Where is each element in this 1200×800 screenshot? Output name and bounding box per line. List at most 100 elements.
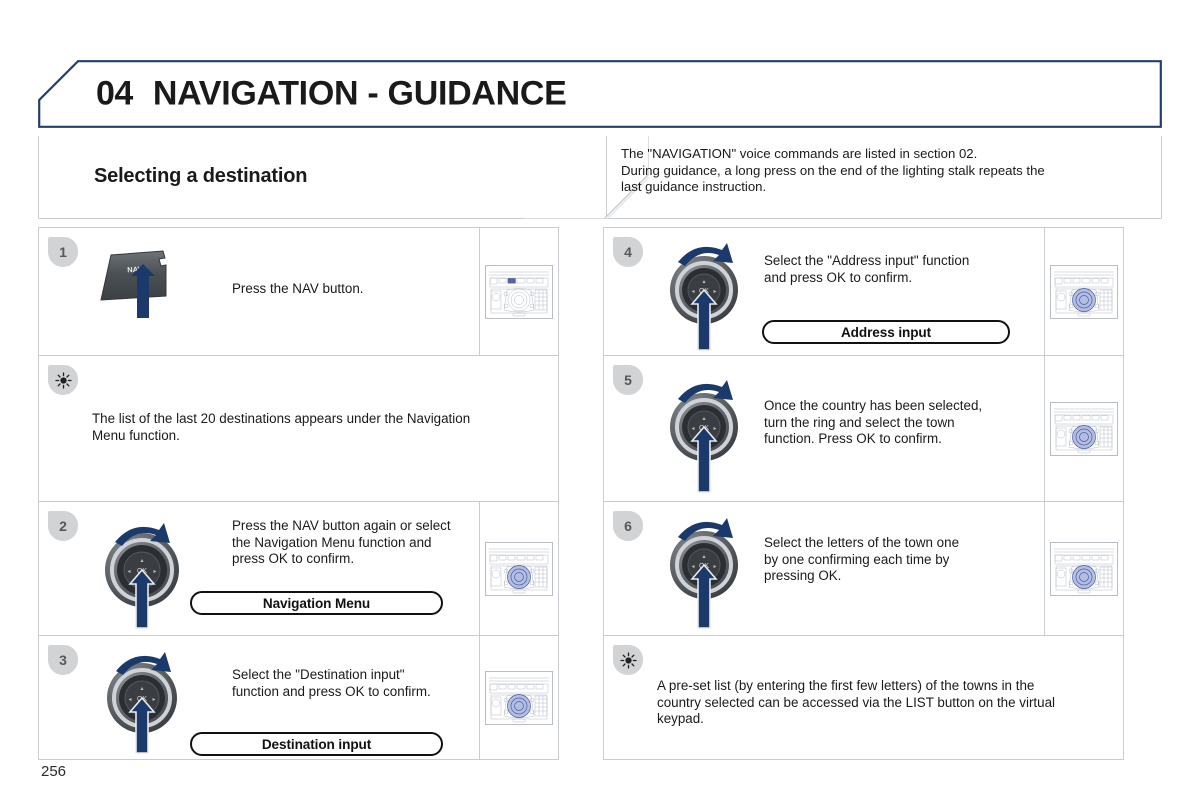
rotary-knob-illustration: OK ◂ ▸ ▴ [87, 636, 203, 759]
section-band: Selecting a destination The "NAVIGATION"… [38, 136, 1162, 219]
dashboard-thumbnail [485, 264, 553, 319]
nav-button-icon: NAV [100, 250, 167, 318]
step-text: Press the NAV button again or select the… [232, 518, 451, 568]
tip-text-line: A pre-set list (by entering the first fe… [657, 678, 1035, 693]
section-title-cell: Selecting a destination [39, 136, 605, 217]
svg-text:◂: ◂ [128, 697, 131, 703]
svg-text:▴: ▴ [140, 686, 143, 692]
step-text: Select the "Address input" function and … [764, 253, 969, 286]
tip-text: A pre-set list (by entering the first fe… [657, 678, 1055, 728]
thumb-separator [1044, 502, 1045, 635]
tip-row: The list of the last 20 destinations app… [39, 356, 558, 502]
head-unit-icon [485, 541, 553, 596]
rotary-knob-icon: OK ◂ ▸ ▴ [670, 518, 738, 629]
tip-badge [48, 365, 78, 395]
chapter-number: 04 [96, 74, 133, 113]
chapter-title: NAVIGATION - GUIDANCE [152, 74, 567, 113]
thumb-separator [479, 502, 480, 635]
sun-icon [54, 371, 72, 389]
step-text-line: function and press OK to confirm. [232, 683, 431, 699]
step-row: 2 OK [39, 502, 558, 636]
rotary-knob-icon: OK ◂ ▸ ▴ [670, 243, 738, 351]
thumb-separator [479, 636, 480, 759]
svg-text:▸: ▸ [713, 426, 716, 432]
thumb-separator [479, 228, 480, 355]
svg-text:◂: ◂ [127, 569, 130, 575]
step-text-line: function. Press OK to confirm. [764, 431, 942, 446]
rotary-knob-icon: OK ◂ ▸ ▴ [670, 380, 738, 493]
page-number: 256 [41, 763, 67, 780]
step-text-line: and press OK to confirm. [764, 269, 913, 285]
step-text-line: Press the NAV button. [232, 281, 364, 296]
tip-text-line: The list of the last 20 destinations app… [92, 411, 471, 426]
dashboard-thumbnail [485, 670, 553, 725]
dashboard-thumbnail [485, 541, 553, 596]
manual-page: 04 NAVIGATION - GUIDANCE Selecting a des… [0, 0, 1200, 800]
menu-pill-navigation-menu[interactable]: Navigation Menu [190, 591, 443, 615]
svg-text:▴: ▴ [702, 279, 705, 285]
svg-text:◂: ◂ [691, 426, 694, 432]
rotary-knob-icon: OK ◂ ▸ ▴ [107, 652, 177, 754]
head-unit-icon [1050, 541, 1118, 596]
dashboard-thumbnail [1050, 401, 1118, 456]
dashboard-thumbnail [1050, 541, 1118, 596]
head-unit-icon [1050, 401, 1118, 456]
svg-text:▸: ▸ [153, 569, 156, 575]
step-text: Once the country has been selected, turn… [764, 398, 982, 448]
menu-pill-address-input[interactable]: Address input [762, 320, 1010, 344]
head-unit-icon [1050, 264, 1118, 319]
step-text-line: the Navigation Menu function and [232, 534, 432, 550]
menu-pill-label: Navigation Menu [262, 595, 371, 611]
page-title: 04 NAVIGATION - GUIDANCE [96, 74, 567, 114]
step-text-line: Select the "Destination input" [232, 667, 405, 682]
thumb-separator [1044, 228, 1045, 355]
dashboard-thumbnail [1050, 264, 1118, 319]
step-row: 5 OK [604, 356, 1123, 502]
step-badge: 5 [613, 365, 643, 395]
step-text-line: Select the letters of the town one [764, 535, 960, 550]
step-text-line: Once the country has been selected, [764, 398, 983, 413]
step-row: 6 OK [604, 502, 1123, 636]
svg-text:▸: ▸ [713, 564, 716, 570]
svg-text:▴: ▴ [140, 558, 143, 564]
step-text-line: by one confirming each time by [764, 551, 950, 567]
step-badge: 2 [48, 511, 78, 541]
step-row: 1 NAV Press the NAV button. [39, 228, 558, 356]
head-unit-icon [485, 264, 553, 319]
menu-pill-label: Destination input [261, 736, 372, 752]
tip-badge [613, 645, 643, 675]
menu-pill-destination-input[interactable]: Destination input [190, 732, 443, 756]
tip-row: A pre-set list (by entering the first fe… [604, 636, 1123, 759]
intro-line-1: The "NAVIGATION" voice commands are list… [621, 146, 978, 161]
tip-text-line: country selected can be accessed via the… [657, 694, 1055, 710]
step-row: 3 OK [39, 636, 558, 759]
chapter-header: 04 NAVIGATION - GUIDANCE [38, 60, 1162, 128]
step-badge: 1 [48, 237, 78, 267]
step-text-line: Select the "Address input" function [764, 253, 970, 268]
rotary-knob-illustration: OK ◂ ▸ ▴ [652, 228, 768, 355]
svg-text:▴: ▴ [702, 416, 705, 422]
svg-text:◂: ◂ [691, 289, 694, 295]
svg-text:▸: ▸ [713, 289, 716, 295]
rotary-knob-icon: OK ◂ ▸ ▴ ▾ [105, 523, 179, 629]
rotary-knob-illustration: OK ◂ ▸ ▴ [652, 502, 768, 635]
step-text: Select the "Destination input" function … [232, 667, 431, 700]
step-text-line: pressing OK. [764, 568, 842, 583]
intro-note: The "NAVIGATION" voice commands are list… [606, 136, 1162, 217]
menu-pill-label: Address input [840, 324, 932, 340]
rotary-knob-illustration: OK ◂ ▸ ▴ [652, 356, 768, 501]
steps-column-right: 4 OK [603, 227, 1124, 760]
step-badge: 3 [48, 645, 78, 675]
step-text-line: turn the ring and select the town [764, 414, 955, 430]
svg-text:▴: ▴ [702, 554, 705, 560]
nav-button-illustration: NAV [87, 228, 203, 355]
intro-line-3: last guidance instruction. [621, 179, 767, 194]
steps-grid: 1 NAV Press the NAV button. The list of … [38, 227, 1162, 760]
section-title: Selecting a destination [94, 165, 308, 187]
step-text: Select the letters of the town one by on… [764, 535, 959, 585]
thumb-separator [1044, 356, 1045, 501]
tip-text: The list of the last 20 destinations app… [92, 411, 470, 444]
rotary-knob-illustration: OK ◂ ▸ ▴ ▾ [87, 502, 203, 635]
tip-text-line: Menu function. [92, 427, 180, 443]
svg-text:▸: ▸ [152, 697, 155, 703]
